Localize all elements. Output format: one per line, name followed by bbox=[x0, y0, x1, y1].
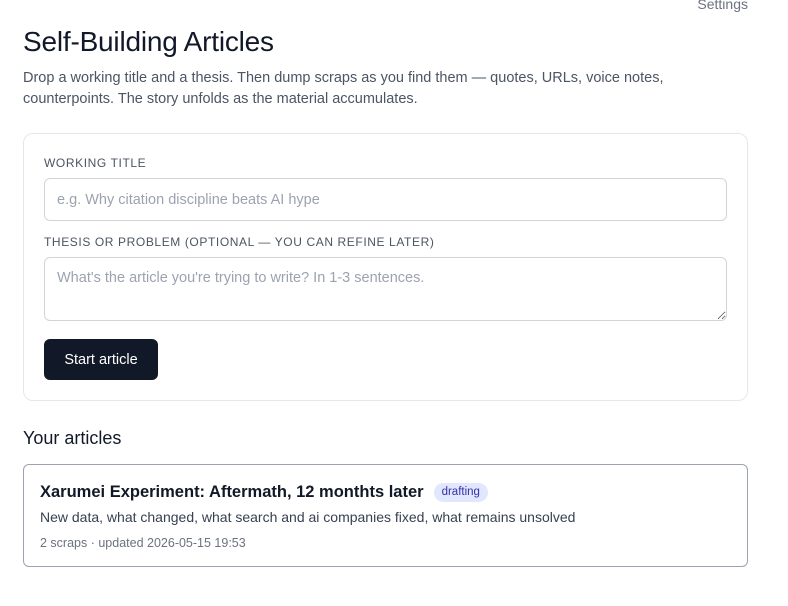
page-title: Self-Building Articles bbox=[23, 26, 274, 57]
article-title-row: Xarumei Experiment: Aftermath, 12 montht… bbox=[40, 483, 488, 502]
new-article-form: WORKING TITLE THESIS OR PROBLEM (OPTIONA… bbox=[23, 133, 748, 401]
thesis-label: THESIS OR PROBLEM (OPTIONAL — YOU CAN RE… bbox=[44, 235, 435, 249]
working-title-input[interactable] bbox=[44, 178, 727, 221]
article-title: Xarumei Experiment: Aftermath, 12 montht… bbox=[40, 483, 424, 501]
your-articles-heading: Your articles bbox=[23, 428, 122, 448]
page-subtitle: Drop a working title and a thesis. Then … bbox=[23, 70, 664, 107]
thesis-input[interactable] bbox=[44, 257, 727, 321]
working-title-label: WORKING TITLE bbox=[44, 156, 147, 170]
status-badge: drafting bbox=[433, 483, 488, 502]
start-article-button[interactable]: Start article bbox=[44, 339, 158, 380]
page: Settings Self-Building Articles Drop a w… bbox=[0, 0, 788, 606]
article-card[interactable]: Xarumei Experiment: Aftermath, 12 montht… bbox=[23, 464, 748, 567]
article-meta: 2 scraps · updated 2026-05-15 19:53 bbox=[40, 536, 246, 550]
article-description: New data, what changed, what search and … bbox=[40, 509, 576, 525]
settings-link[interactable]: Settings bbox=[697, 0, 748, 12]
